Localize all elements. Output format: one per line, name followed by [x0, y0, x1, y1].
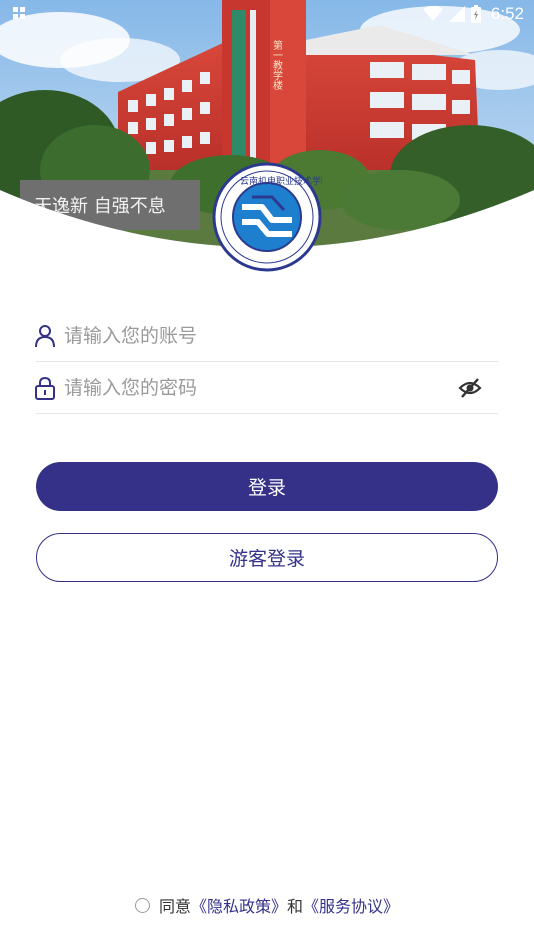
password-field [35, 362, 498, 414]
agreement-row: 同意 《隐私政策》 和 《服务协议》 [0, 892, 534, 918]
signal-icon [448, 6, 465, 22]
svg-text:云南机电职业技术学院: 云南机电职业技术学院 [240, 175, 322, 187]
status-time: 6:52 [490, 4, 524, 23]
login-form [35, 310, 498, 414]
agreement-prefix: 同意 [158, 897, 191, 916]
status-bar: 6:52 [0, 0, 534, 28]
wifi-icon [422, 6, 443, 21]
account-input[interactable] [64, 315, 498, 356]
login-screen: 天逸新 自强不息 第一教学楼 6:52 云南机电职业技术学院 请输入您的账号 登… [0, 0, 534, 950]
password-input[interactable] [64, 367, 498, 408]
battery-icon [470, 5, 481, 23]
eye-off-icon[interactable] [458, 376, 482, 400]
building-sign-text: 第一教学楼 [271, 39, 283, 91]
login-button[interactable]: 登录 [36, 462, 498, 511]
account-field [35, 310, 498, 362]
guest-login-button[interactable]: 游客登录 [36, 533, 498, 582]
lock-icon [35, 376, 55, 400]
agreement-conjunction: 和 [287, 897, 304, 916]
campus-sign-text: 天逸新 自强不息 [34, 196, 166, 217]
notification-icon [13, 7, 25, 19]
user-icon [35, 324, 55, 347]
service-agreement-link[interactable]: 《服务协议》 [303, 893, 399, 917]
agree-radio[interactable] [134, 897, 150, 913]
status-right: 6:52 [422, 4, 524, 24]
privacy-policy-link[interactable]: 《隐私政策》 [191, 893, 287, 917]
college-emblem-icon: 云南机电职业技术学院 [212, 162, 330, 272]
